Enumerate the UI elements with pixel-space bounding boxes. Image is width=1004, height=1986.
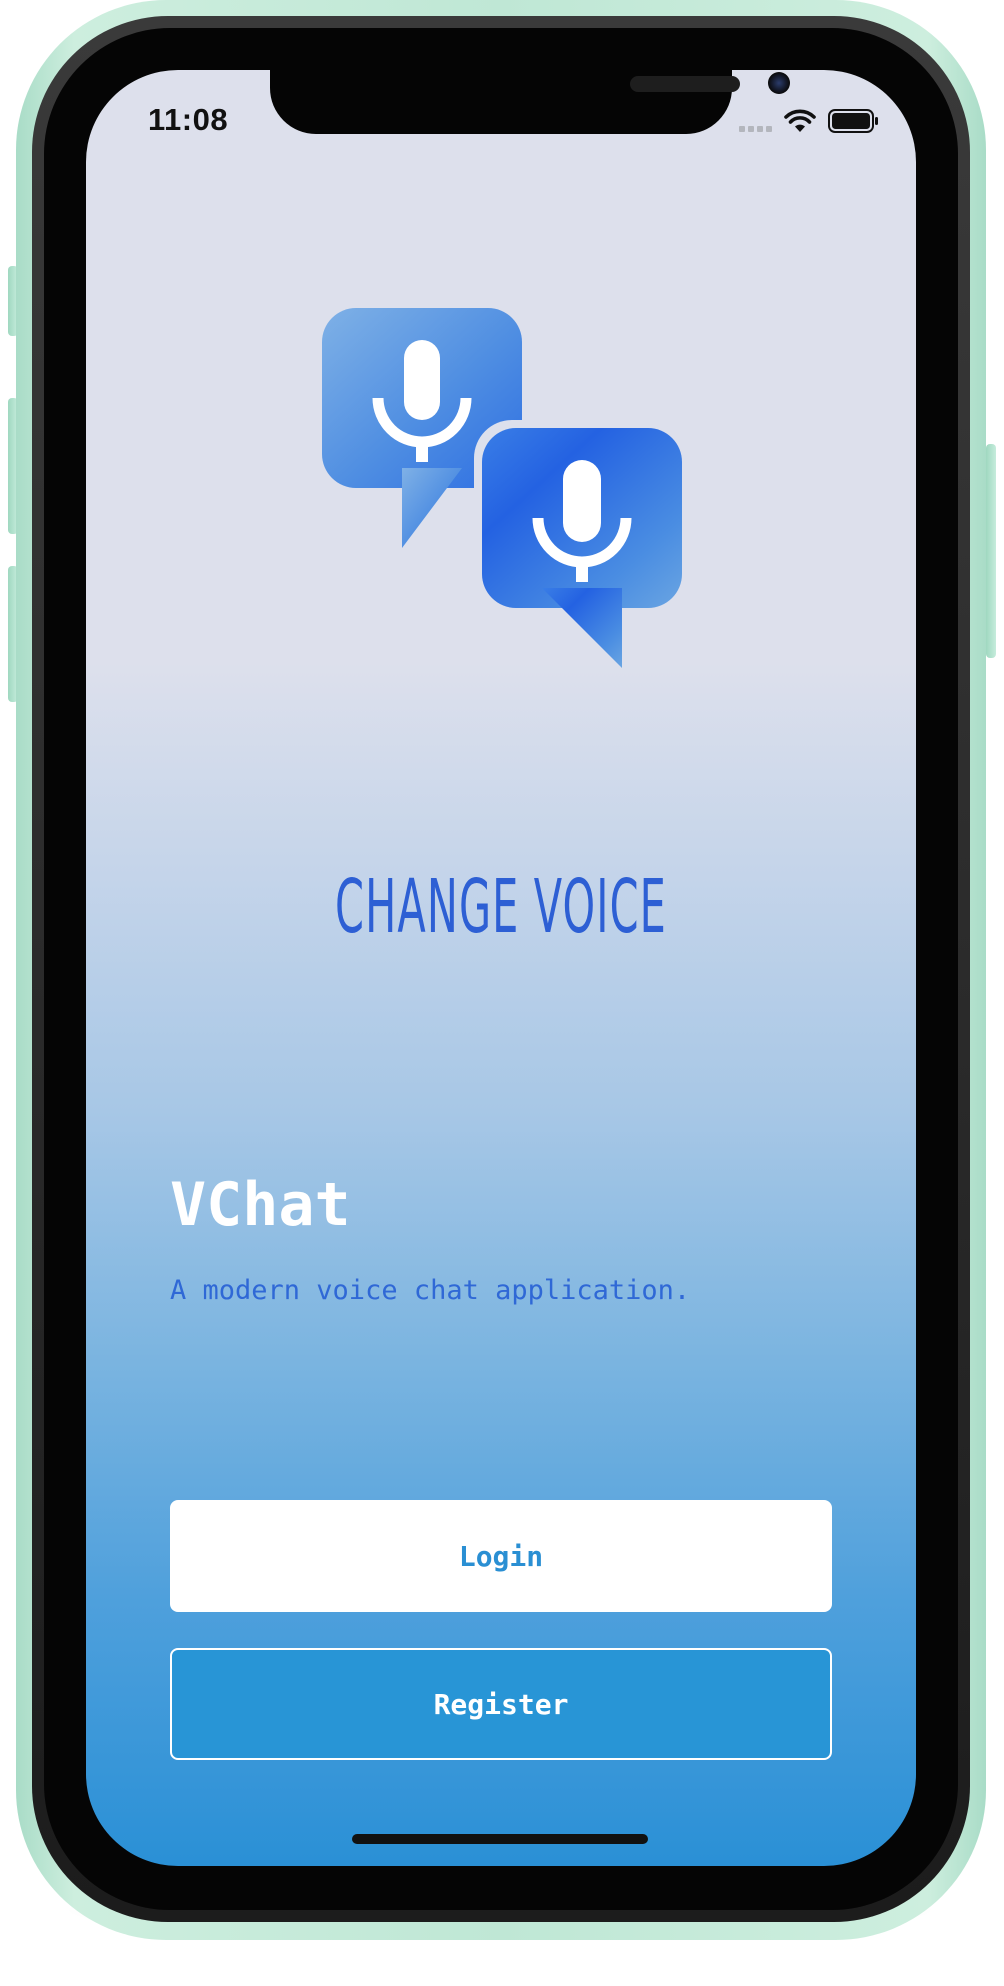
login-button[interactable]: Login bbox=[170, 1500, 832, 1612]
power-button bbox=[986, 444, 996, 658]
app-name: VChat bbox=[170, 1170, 351, 1240]
cellular-signal-icon bbox=[739, 110, 772, 132]
brand-title: CHANGE VOICE bbox=[335, 864, 667, 950]
home-indicator[interactable] bbox=[352, 1834, 648, 1844]
status-time: 11:08 bbox=[148, 102, 229, 137]
app-screen: 11:08 CHANGE VOICE VChat A modern voice … bbox=[86, 70, 916, 1866]
status-icons bbox=[739, 106, 880, 136]
app-tagline: A modern voice chat application. bbox=[170, 1275, 691, 1306]
wifi-icon bbox=[784, 109, 816, 132]
notch bbox=[270, 70, 790, 134]
earpiece-speaker bbox=[630, 76, 740, 92]
voice-chat-bubbles-icon bbox=[322, 308, 684, 668]
front-camera bbox=[768, 72, 790, 94]
battery-icon bbox=[828, 109, 878, 133]
register-button[interactable]: Register bbox=[170, 1648, 832, 1760]
